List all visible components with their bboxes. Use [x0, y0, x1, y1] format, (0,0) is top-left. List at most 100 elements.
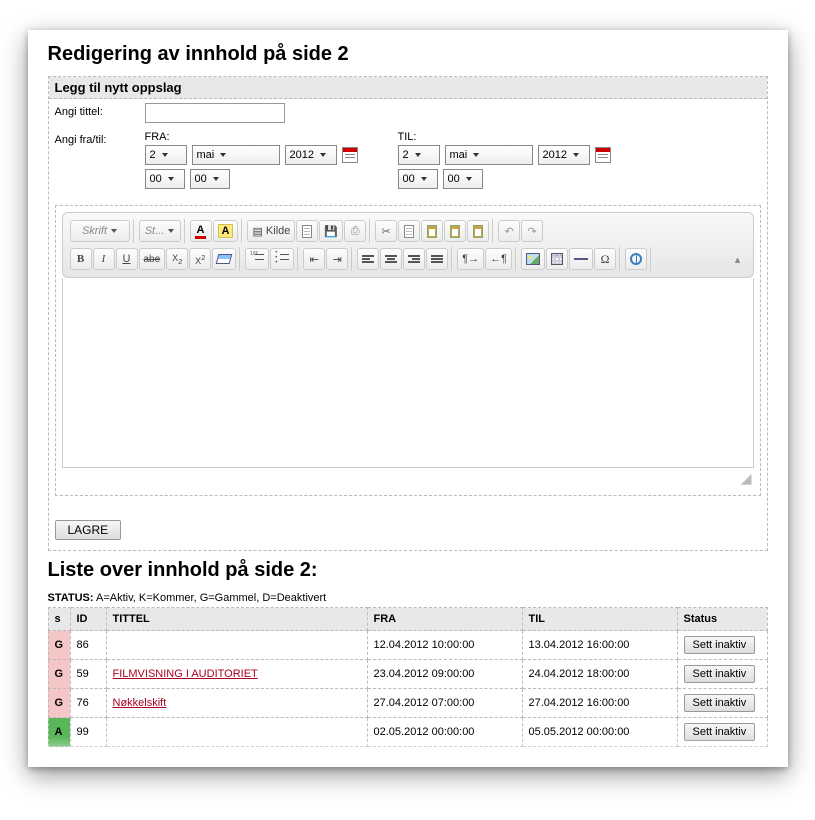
set-inactive-button[interactable]: Sett inaktiv — [684, 665, 756, 683]
title-link[interactable]: Nøkkelskift — [113, 697, 167, 709]
image-icon — [526, 253, 540, 265]
about-button[interactable] — [625, 248, 647, 270]
from-cell: 23.04.2012 09:00:00 — [367, 660, 522, 689]
text-color-icon: A — [195, 224, 207, 239]
bold-button[interactable]: B — [70, 248, 92, 270]
source-button[interactable]: ▤ Kilde — [247, 220, 295, 242]
paste-word-icon — [473, 225, 483, 238]
content-table: s ID TITTEL FRA TIL Status G8612.04.2012… — [48, 607, 768, 747]
collapse-toolbar-button[interactable]: ▴ — [727, 248, 749, 270]
action-cell: Sett inaktiv — [677, 631, 767, 660]
direction-ltr-button[interactable]: ¶→ — [457, 248, 484, 270]
from-cell: 02.05.2012 00:00:00 — [367, 718, 522, 747]
redo-button[interactable]: ↷ — [521, 220, 543, 242]
ordered-list-icon — [250, 252, 264, 266]
align-right-button[interactable] — [403, 248, 425, 270]
save-doc-button[interactable]: 💾 — [319, 220, 343, 242]
page-title: Redigering av innhold på side 2 — [48, 43, 768, 66]
table-row: G59FILMVISNING I AUDITORIET23.04.2012 09… — [48, 660, 767, 689]
table-button[interactable] — [546, 248, 568, 270]
clear-format-button[interactable] — [212, 248, 236, 270]
to-hour-select[interactable]: 00 — [398, 169, 438, 189]
outdent-button[interactable]: ⇤ — [303, 248, 325, 270]
to-minute-select[interactable]: 00 — [443, 169, 483, 189]
daterange-label: Angi fra/til: — [55, 131, 145, 146]
unordered-list-button[interactable] — [270, 248, 294, 270]
to-month-select[interactable]: mai — [445, 145, 533, 165]
chevron-down-icon — [162, 153, 168, 157]
from-cell: 27.04.2012 07:00:00 — [367, 689, 522, 718]
paste-text-button[interactable] — [444, 220, 466, 242]
action-cell: Sett inaktiv — [677, 660, 767, 689]
paste-icon — [427, 225, 437, 238]
subscript-button[interactable]: X2 — [166, 248, 188, 270]
paste-button[interactable] — [421, 220, 443, 242]
editor-body[interactable] — [62, 278, 754, 468]
new-doc-button[interactable] — [296, 220, 318, 242]
chevron-down-icon — [320, 153, 326, 157]
title-input[interactable] — [145, 103, 285, 123]
list-heading: Liste over innhold på side 2: — [48, 559, 768, 582]
from-hour-select[interactable]: 00 — [145, 169, 185, 189]
page-card: Redigering av innhold på side 2 Legg til… — [28, 30, 788, 767]
bold-icon: B — [77, 253, 84, 265]
table-row: G8612.04.2012 10:00:0013.04.2012 16:00:0… — [48, 631, 767, 660]
source-icon: ▤ — [252, 225, 262, 238]
strike-button[interactable]: abe — [139, 248, 166, 270]
title-cell — [106, 718, 367, 747]
font-select[interactable]: Skrift — [70, 220, 130, 242]
underline-button[interactable]: U — [116, 248, 138, 270]
resize-grip-icon[interactable]: ◢ — [62, 468, 754, 489]
print-button[interactable]: ⎙ — [344, 220, 366, 242]
image-button[interactable] — [521, 248, 545, 270]
superscript-button[interactable]: X2 — [189, 248, 211, 270]
paste-text-icon — [450, 225, 460, 238]
save-button[interactable]: LAGRE — [55, 520, 122, 540]
redo-icon: ↷ — [527, 225, 536, 238]
cut-button[interactable]: ✂ — [375, 220, 397, 242]
eraser-icon — [216, 254, 233, 264]
undo-button[interactable]: ↶ — [498, 220, 520, 242]
to-day-select[interactable]: 2 — [398, 145, 440, 165]
omega-icon: Ω — [601, 252, 610, 267]
to-cell: 05.05.2012 00:00:00 — [522, 718, 677, 747]
unordered-list-icon — [275, 252, 289, 266]
to-cell: 27.04.2012 16:00:00 — [522, 689, 677, 718]
copy-icon — [404, 225, 414, 238]
table-icon — [551, 253, 563, 265]
to-calendar-icon[interactable] — [595, 147, 611, 163]
from-day-select[interactable]: 2 — [145, 145, 187, 165]
italic-button[interactable]: I — [93, 248, 115, 270]
indent-button[interactable]: ⇥ — [326, 248, 348, 270]
to-year-select[interactable]: 2012 — [538, 145, 590, 165]
hr-icon — [574, 258, 588, 260]
text-color-button[interactable]: A — [190, 220, 212, 242]
set-inactive-button[interactable]: Sett inaktiv — [684, 723, 756, 741]
set-inactive-button[interactable]: Sett inaktiv — [684, 694, 756, 712]
from-month-select[interactable]: mai — [192, 145, 280, 165]
ltr-icon: ¶→ — [462, 253, 479, 265]
from-calendar-icon[interactable] — [342, 147, 358, 163]
bg-color-button[interactable]: A — [213, 220, 239, 242]
editor-toolbar: Skrift St... A A ▤ Kilde 💾 ⎙ — [62, 212, 754, 278]
superscript-icon: X2 — [195, 253, 205, 266]
align-center-icon — [385, 255, 397, 263]
style-select[interactable]: St... — [139, 220, 181, 242]
underline-icon: U — [123, 253, 131, 265]
from-minute-select[interactable]: 00 — [190, 169, 230, 189]
ordered-list-button[interactable] — [245, 248, 269, 270]
title-link[interactable]: FILMVISNING I AUDITORIET — [113, 668, 258, 680]
paste-word-button[interactable] — [467, 220, 489, 242]
set-inactive-button[interactable]: Sett inaktiv — [684, 636, 756, 654]
align-justify-button[interactable] — [426, 248, 448, 270]
align-left-button[interactable] — [357, 248, 379, 270]
align-justify-icon — [431, 255, 443, 263]
align-center-button[interactable] — [380, 248, 402, 270]
special-char-button[interactable]: Ω — [594, 248, 616, 270]
from-year-select[interactable]: 2012 — [285, 145, 337, 165]
status-legend: STATUS: A=Aktiv, K=Kommer, G=Gammel, D=D… — [48, 592, 768, 604]
col-to: TIL — [522, 608, 677, 631]
copy-button[interactable] — [398, 220, 420, 242]
hr-button[interactable] — [569, 248, 593, 270]
direction-rtl-button[interactable]: ←¶ — [485, 248, 512, 270]
